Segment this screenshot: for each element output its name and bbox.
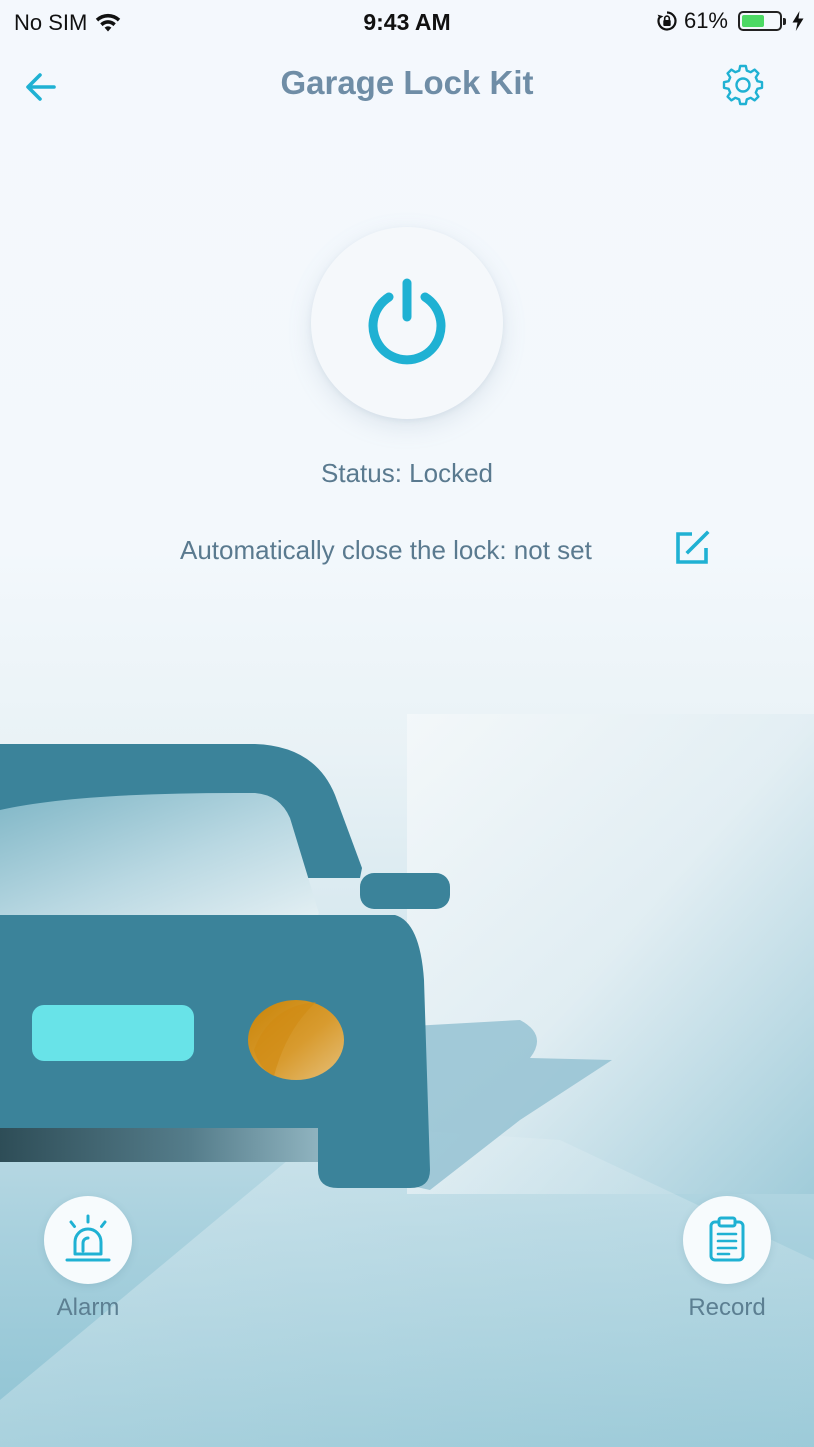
gear-icon	[722, 64, 764, 106]
alarm-label: Alarm	[56, 1294, 120, 1321]
record-action: Record	[677, 1196, 777, 1322]
headlight	[32, 1005, 194, 1061]
battery-icon	[738, 11, 786, 31]
battery-percent: 61%	[683, 8, 728, 33]
car-windshield	[0, 792, 319, 918]
auto-close-row: Automatically close the lock: not set	[0, 528, 814, 572]
auto-close-label: Automatically close the lock: not set	[180, 535, 592, 565]
record-label: Record	[688, 1294, 766, 1321]
status-bar: No SIM 9:43 AM 61%	[0, 0, 814, 46]
battery-fill	[742, 15, 764, 27]
orientation-lock-icon	[657, 11, 677, 31]
side-mirror	[360, 873, 450, 909]
edit-auto-close-button[interactable]	[672, 528, 712, 568]
lock-power-button[interactable]	[311, 227, 503, 419]
car-illustration	[0, 714, 814, 1447]
page-title: Garage Lock Kit	[280, 64, 534, 101]
alarm-action: Alarm	[38, 1196, 138, 1322]
nav-bar: Garage Lock Kit	[0, 46, 814, 126]
power-icon	[368, 278, 446, 365]
status-right: 61%	[656, 8, 804, 34]
siren-icon	[65, 1214, 111, 1262]
record-button[interactable]	[683, 1196, 771, 1284]
charging-bolt-icon	[792, 11, 804, 31]
alarm-button[interactable]	[44, 1196, 132, 1284]
edit-icon	[676, 530, 710, 564]
lock-status: Status: Locked	[321, 458, 493, 488]
bumper	[0, 1128, 318, 1162]
settings-button[interactable]	[722, 64, 764, 106]
clipboard-icon	[709, 1216, 745, 1262]
screen: No SIM 9:43 AM 61% Garage Lock Kit Statu…	[0, 0, 814, 1447]
